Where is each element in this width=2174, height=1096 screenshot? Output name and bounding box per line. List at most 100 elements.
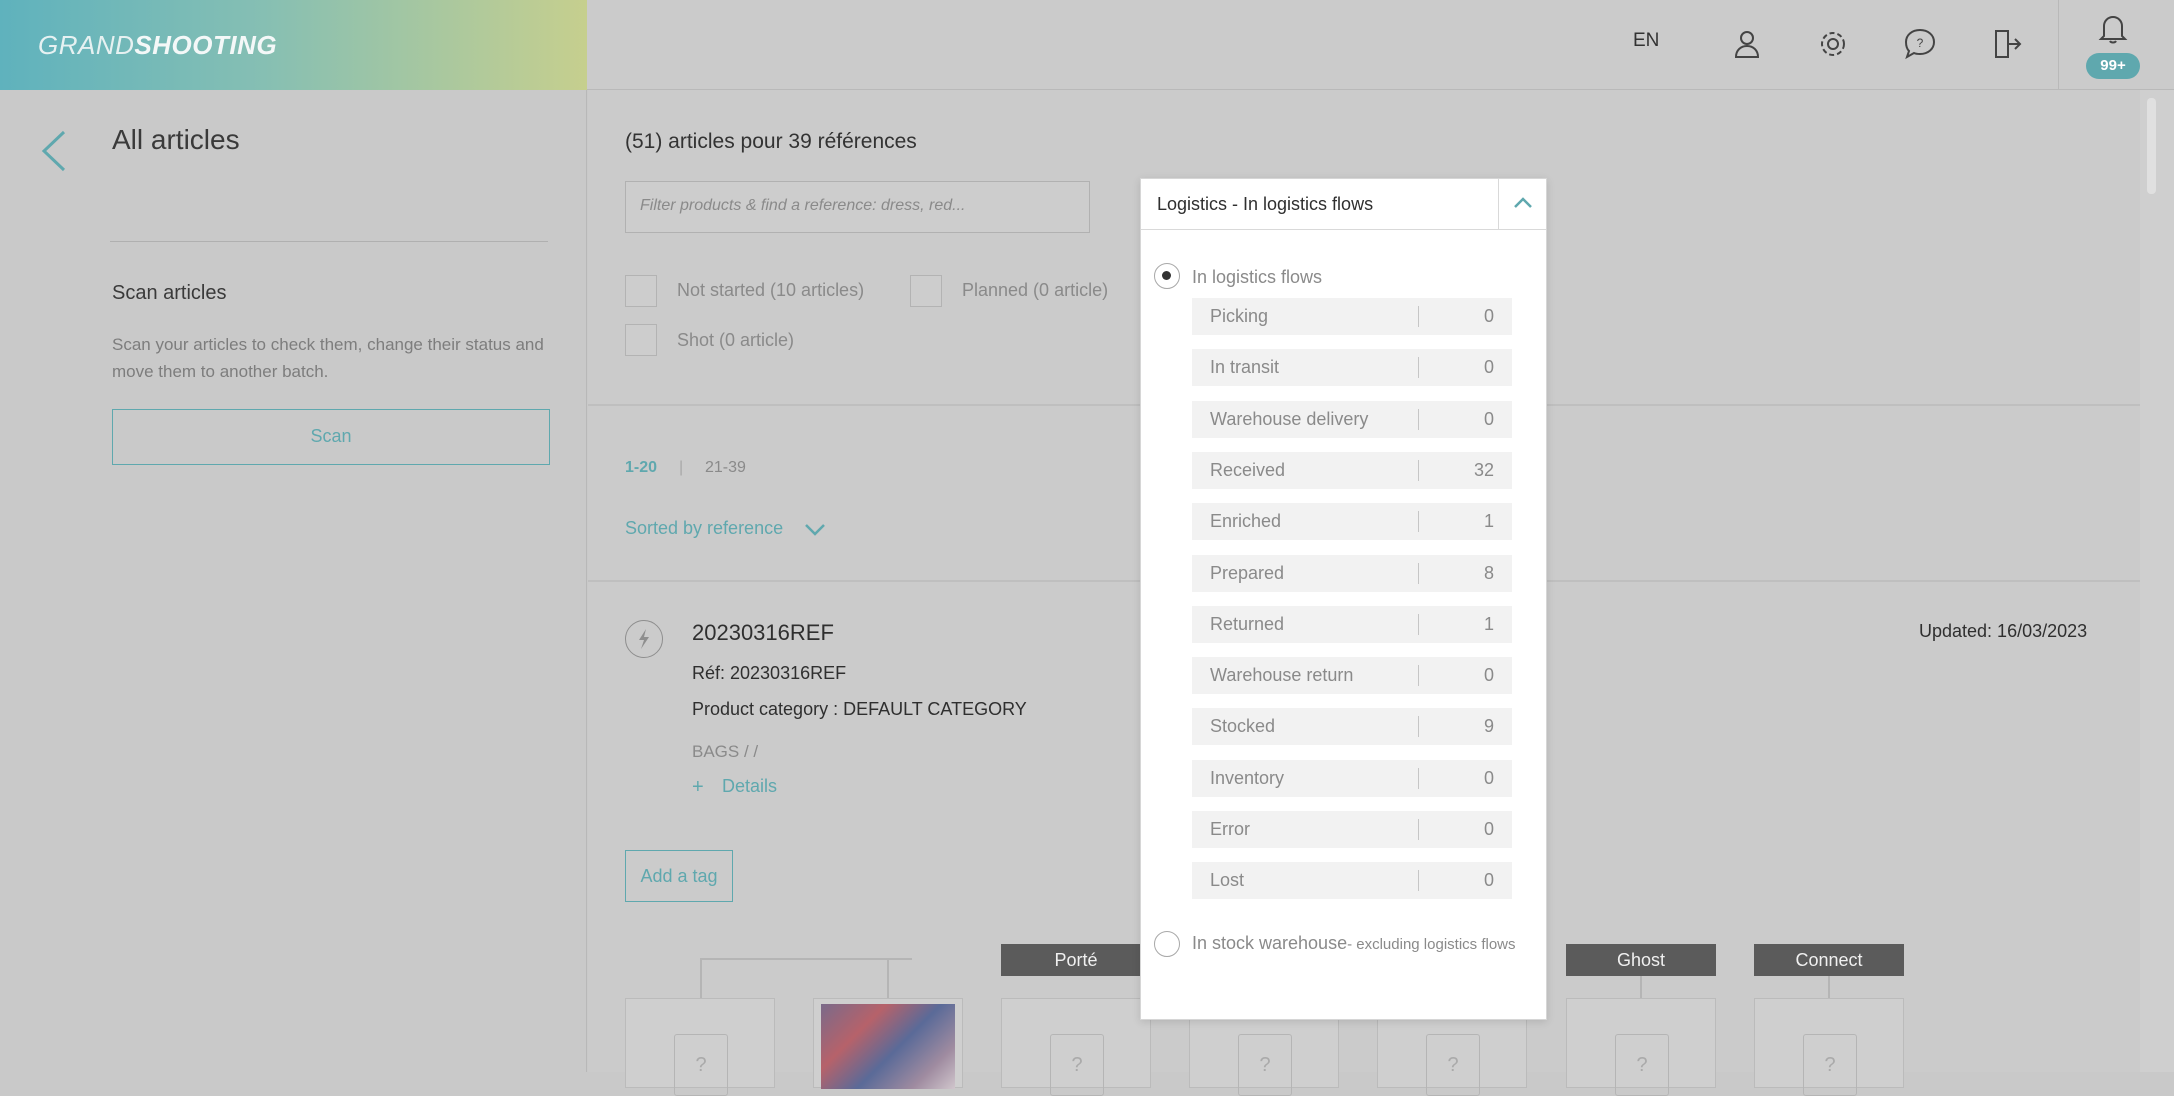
status-count: 0 bbox=[1483, 870, 1494, 891]
add-tag-button[interactable]: Add a tag bbox=[625, 850, 733, 902]
brand-wordmark: GRANDSHOOTING bbox=[38, 30, 278, 60]
help-icon[interactable]: ? bbox=[1902, 26, 1938, 62]
product-thumbnail[interactable] bbox=[813, 998, 963, 1089]
pagination-separator: | bbox=[679, 459, 684, 476]
page-title: All articles bbox=[112, 124, 240, 155]
status-label: Lost bbox=[1210, 870, 1245, 891]
search-input[interactable]: Filter products & find a reference: dres… bbox=[625, 181, 1090, 233]
row-divider bbox=[1418, 408, 1419, 430]
placeholder-glyph: ? bbox=[1803, 1034, 1857, 1096]
status-row[interactable]: Prepared 8 bbox=[1192, 554, 1512, 592]
page-link-21-39[interactable]: 21-39 bbox=[705, 459, 746, 477]
status-row[interactable]: In transit 0 bbox=[1192, 349, 1512, 387]
dropdown-selected-value: Logistics - In logistics flows bbox=[1157, 194, 1374, 214]
status-count: 8 bbox=[1483, 562, 1494, 583]
row-divider bbox=[1418, 511, 1419, 533]
status-label: Received bbox=[1210, 459, 1286, 480]
back-arrow-icon[interactable] bbox=[40, 130, 68, 172]
row-divider bbox=[1418, 665, 1419, 687]
article-category: Product category : DEFAULT CATEGORY bbox=[692, 699, 1027, 719]
status-label: Stocked bbox=[1210, 716, 1276, 737]
status-label: Picking bbox=[1210, 306, 1269, 326]
image-placeholder[interactable]: ? bbox=[1566, 998, 1716, 1096]
row-divider bbox=[1418, 870, 1419, 892]
product-photo bbox=[821, 1004, 955, 1089]
scan-button[interactable]: Scan bbox=[112, 409, 550, 465]
option-in-stock-warehouse-label[interactable]: In stock warehouse- excluding logistics … bbox=[1192, 931, 1522, 957]
filter-shot-label: Shot (0 article) bbox=[677, 330, 795, 350]
row-divider bbox=[1418, 819, 1419, 840]
status-label: In transit bbox=[1210, 357, 1280, 378]
status-count: 0 bbox=[1483, 306, 1494, 326]
status-row[interactable]: Enriched 1 bbox=[1192, 503, 1512, 541]
updated-date: Updated: 16/03/2023 bbox=[1919, 621, 2088, 641]
dropdown-toggle[interactable] bbox=[1498, 179, 1547, 229]
tree-connector bbox=[1640, 976, 1642, 998]
details-link[interactable]: Details bbox=[722, 776, 777, 797]
image-placeholder[interactable]: ? bbox=[1001, 998, 1151, 1096]
row-divider bbox=[1418, 716, 1419, 738]
sort-dropdown[interactable]: Sorted by reference bbox=[625, 518, 783, 539]
status-label: Enriched bbox=[1210, 511, 1282, 532]
scrollbar-track[interactable] bbox=[2140, 90, 2174, 1072]
status-row[interactable]: Error 0 bbox=[1192, 811, 1512, 848]
row-divider bbox=[1418, 459, 1419, 481]
chevron-down-icon[interactable] bbox=[804, 522, 826, 538]
tree-connector bbox=[700, 958, 702, 998]
placeholder-glyph: ? bbox=[1050, 1034, 1104, 1096]
page-link-1-20[interactable]: 1-20 bbox=[625, 459, 657, 477]
status-count: 0 bbox=[1483, 408, 1494, 429]
plus-icon[interactable]: + bbox=[692, 776, 704, 799]
chevron-up-icon bbox=[1514, 197, 1532, 208]
article-title[interactable]: 20230316REF bbox=[692, 620, 834, 646]
status-row[interactable]: Warehouse delivery 0 bbox=[1192, 400, 1512, 438]
placeholder-glyph: ? bbox=[1615, 1034, 1669, 1096]
status-row[interactable]: Returned 1 bbox=[1192, 605, 1512, 643]
gear-icon[interactable] bbox=[1815, 26, 1851, 62]
status-label: Warehouse delivery bbox=[1210, 408, 1369, 429]
lightning-icon bbox=[625, 620, 663, 658]
row-divider bbox=[1418, 562, 1419, 584]
scan-description: Scan your articles to check them, change… bbox=[112, 335, 544, 381]
view-label-porte: Porté bbox=[1001, 944, 1151, 976]
status-label: Returned bbox=[1210, 613, 1285, 634]
checkbox-shot[interactable] bbox=[625, 324, 657, 356]
article-path: BAGS / / bbox=[692, 742, 759, 761]
placeholder-glyph: ? bbox=[1426, 1034, 1480, 1096]
status-row[interactable]: Warehouse return 0 bbox=[1192, 657, 1512, 695]
dropdown-header[interactable]: Logistics - In logistics flows bbox=[1141, 179, 1546, 230]
checkbox-not-started[interactable] bbox=[625, 275, 657, 307]
status-row[interactable]: Received 32 bbox=[1192, 451, 1512, 489]
status-label: Error bbox=[1210, 819, 1250, 839]
bell-icon[interactable] bbox=[2095, 10, 2131, 46]
scrollbar-thumb[interactable] bbox=[2147, 98, 2156, 194]
status-row[interactable]: Picking 0 bbox=[1192, 298, 1512, 335]
radio-in-stock-warehouse[interactable] bbox=[1154, 931, 1180, 957]
option-in-logistics-flows-label[interactable]: In logistics flows bbox=[1192, 267, 1322, 288]
image-placeholder[interactable]: ? bbox=[1754, 998, 1904, 1096]
language-selector[interactable]: EN bbox=[1633, 30, 1659, 52]
status-count: 1 bbox=[1483, 511, 1494, 532]
radio-in-logistics-flows[interactable] bbox=[1154, 263, 1180, 289]
filter-not-started-label: Not started (10 articles) bbox=[677, 280, 865, 300]
image-placeholder[interactable]: ? bbox=[625, 998, 775, 1096]
article-reference: Réf: 20230316REF bbox=[692, 663, 847, 683]
notifications-badge[interactable]: 99+ bbox=[2086, 53, 2140, 79]
status-row[interactable]: Stocked 9 bbox=[1192, 708, 1512, 746]
app-logo[interactable]: GRANDSHOOTING bbox=[0, 0, 587, 90]
status-row[interactable]: Inventory 0 bbox=[1192, 759, 1512, 797]
filter-planned-label: Planned (0 article) bbox=[962, 280, 1109, 300]
status-count: 0 bbox=[1483, 357, 1494, 378]
logout-icon[interactable] bbox=[1988, 26, 2024, 62]
placeholder-glyph: ? bbox=[1238, 1034, 1292, 1096]
logistics-dropdown: Logistics - In logistics flows In logist… bbox=[1140, 178, 1547, 1020]
tree-connector bbox=[1828, 976, 1830, 998]
status-label: Warehouse return bbox=[1210, 665, 1354, 686]
view-label-ghost: Ghost bbox=[1566, 944, 1716, 976]
checkbox-planned[interactable] bbox=[910, 275, 942, 307]
sidebar bbox=[0, 90, 587, 1072]
user-icon[interactable] bbox=[1729, 26, 1765, 62]
status-count: 0 bbox=[1483, 819, 1494, 839]
status-row[interactable]: Lost 0 bbox=[1192, 862, 1512, 900]
row-divider bbox=[1418, 613, 1419, 635]
